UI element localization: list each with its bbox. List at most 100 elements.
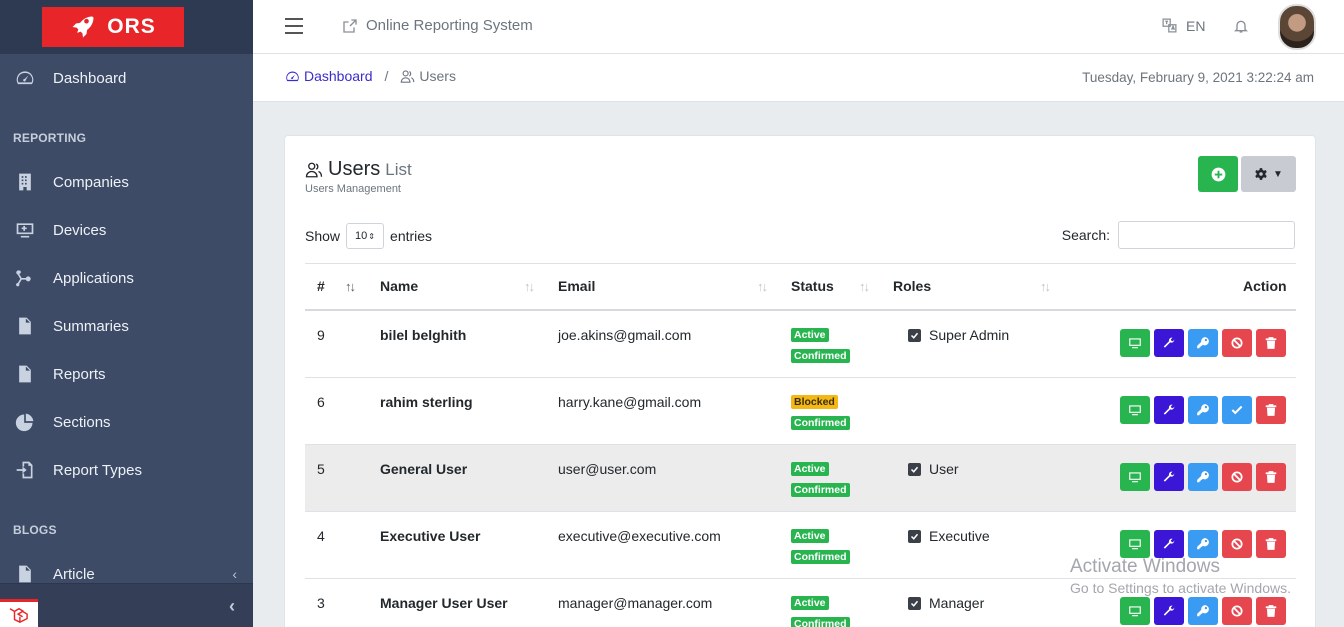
table-header: # ↑↓ Name ↑↓ Email ↑↓ Status ↑↓ Roles ↑↓… <box>305 263 1296 311</box>
breadcrumb-home-label: Dashboard <box>304 68 373 84</box>
rocket-icon <box>72 16 94 38</box>
site-link[interactable]: Online Reporting System <box>342 17 533 34</box>
wrench-icon <box>1163 337 1175 348</box>
entries-label: entries <box>390 228 433 244</box>
breadcrumb-home[interactable]: Dashboard <box>285 68 373 84</box>
view-button[interactable] <box>1120 396 1150 424</box>
entries-select[interactable]: 10 ⇕ <box>346 223 385 249</box>
edit-button[interactable] <box>1154 463 1184 491</box>
key-icon <box>1197 605 1209 617</box>
change-password-button[interactable] <box>1188 463 1218 491</box>
confirmed-badge: Confirmed <box>791 416 850 430</box>
bell-icon[interactable] <box>1233 17 1251 35</box>
language-selector[interactable]: EN <box>1161 17 1205 34</box>
trash-icon <box>1265 404 1277 416</box>
key-icon <box>1197 404 1209 416</box>
delete-button[interactable] <box>1256 530 1286 558</box>
block-button[interactable] <box>1222 329 1252 357</box>
settings-dropdown-button[interactable]: ▼ <box>1241 156 1296 192</box>
delete-button[interactable] <box>1256 329 1286 357</box>
sidebar-item-label: Companies <box>53 173 129 191</box>
brand-logo[interactable]: ORS <box>41 7 184 47</box>
edit-button[interactable] <box>1154 530 1184 558</box>
status-badge: Active <box>791 328 829 342</box>
column-header-status[interactable]: Status <box>791 278 834 294</box>
speedometer-icon <box>286 71 299 81</box>
file-info-icon <box>14 315 36 337</box>
add-user-button[interactable] <box>1198 156 1238 192</box>
laravel-icon <box>0 599 38 627</box>
delete-button[interactable] <box>1256 597 1286 625</box>
row-actions <box>1120 329 1286 357</box>
sidebar-item-label: Applications <box>53 269 134 287</box>
row-actions <box>1120 597 1286 625</box>
nav-header-reporting: REPORTING <box>13 131 87 145</box>
page-title-main: Users <box>328 158 381 180</box>
sidebar-item-devices[interactable]: Devices <box>0 210 253 250</box>
block-button[interactable] <box>1222 597 1252 625</box>
column-header-email[interactable]: Email <box>558 278 595 294</box>
sidebar-item-sections[interactable]: Sections <box>0 402 253 442</box>
import-icon <box>14 459 36 481</box>
change-password-button[interactable] <box>1188 396 1218 424</box>
building-icon <box>14 171 36 193</box>
checkbox-checked-icon <box>908 596 921 610</box>
sidebar-item-report-types[interactable]: Report Types <box>0 450 253 490</box>
view-button[interactable] <box>1120 597 1150 625</box>
monitor-icon <box>1129 405 1141 416</box>
users-icon <box>401 69 415 83</box>
block-button[interactable] <box>1222 463 1252 491</box>
sidebar-item-companies[interactable]: Companies <box>0 162 253 202</box>
external-link-icon <box>343 18 357 33</box>
column-header-roles[interactable]: Roles <box>893 278 931 294</box>
change-password-button[interactable] <box>1188 530 1218 558</box>
edit-button[interactable] <box>1154 597 1184 625</box>
unblock-button[interactable] <box>1222 396 1252 424</box>
sidebar-item-dashboard[interactable]: Dashboard <box>0 58 253 98</box>
check-icon <box>1231 405 1243 415</box>
sidebar-item-label: Sections <box>53 413 111 431</box>
show-label: Show <box>305 228 341 244</box>
menu-toggle-icon[interactable] <box>285 18 303 34</box>
brand-name: ORS <box>107 15 156 38</box>
block-button[interactable] <box>1222 530 1252 558</box>
row-email: harry.kane@gmail.com <box>558 394 702 410</box>
view-button[interactable] <box>1120 463 1150 491</box>
users-icon <box>305 162 323 177</box>
key-icon <box>1197 538 1209 550</box>
chevron-updown-icon: ⇕ <box>368 231 375 241</box>
table-row: 9 bilel belghith joe.akins@gmail.com Act… <box>305 311 1296 378</box>
avatar[interactable] <box>1278 4 1316 50</box>
confirmed-badge: Confirmed <box>791 617 850 627</box>
datetime: Tuesday, February 9, 2021 3:22:24 am <box>1082 70 1314 85</box>
row-actions <box>1120 463 1286 491</box>
ban-icon <box>1231 538 1243 550</box>
sidebar-item-applications[interactable]: Applications <box>0 258 253 298</box>
delete-button[interactable] <box>1256 463 1286 491</box>
caret-down-icon: ▼ <box>1273 168 1283 180</box>
view-button[interactable] <box>1120 329 1150 357</box>
sort-icon: ↑↓ <box>524 279 535 294</box>
sidebar-item-label: Devices <box>53 221 107 239</box>
column-header-num[interactable]: # <box>317 278 325 294</box>
sidebar-item-label: Dashboard <box>53 69 127 87</box>
status-badge: Blocked <box>791 395 838 409</box>
edit-button[interactable] <box>1154 329 1184 357</box>
column-header-name[interactable]: Name <box>380 278 418 294</box>
monitor-icon <box>1129 472 1141 483</box>
sidebar-item-reports[interactable]: Reports <box>0 354 253 394</box>
users-card: Users List Users Management ▼ Show 10 ⇕ … <box>284 135 1316 627</box>
view-button[interactable] <box>1120 530 1150 558</box>
ban-icon <box>1231 471 1243 483</box>
show-entries: Show 10 ⇕ entries <box>305 223 432 249</box>
status-badge: Active <box>791 596 829 610</box>
change-password-button[interactable] <box>1188 329 1218 357</box>
edit-button[interactable] <box>1154 396 1184 424</box>
sidebar-item-summaries[interactable]: Summaries <box>0 306 253 346</box>
delete-button[interactable] <box>1256 396 1286 424</box>
language-label: EN <box>1186 17 1206 34</box>
search-input[interactable] <box>1118 221 1295 249</box>
change-password-button[interactable] <box>1188 597 1218 625</box>
sidebar-collapse-button[interactable]: ‹ <box>229 596 235 617</box>
row-id: 4 <box>317 528 325 544</box>
